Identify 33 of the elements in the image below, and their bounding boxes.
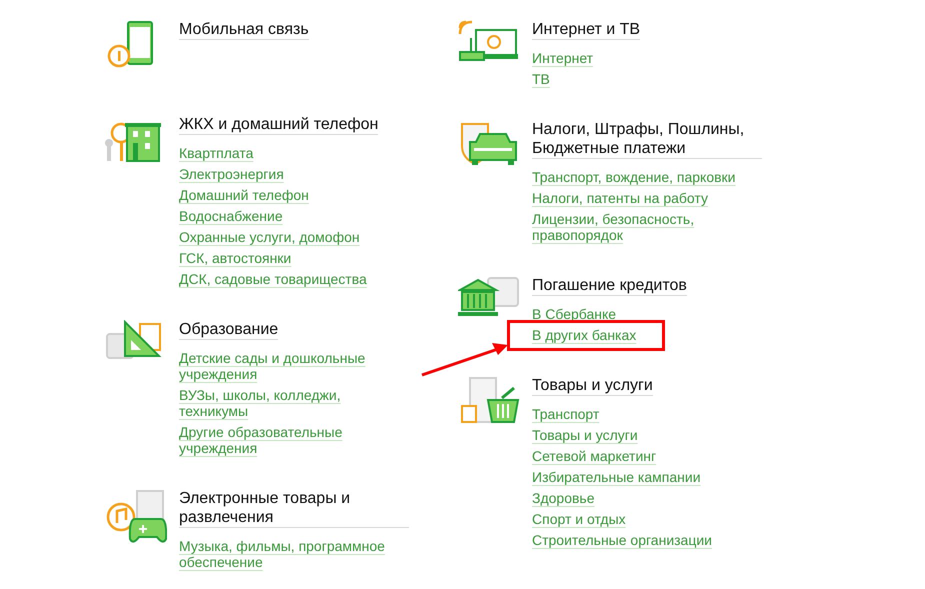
payment-link[interactable]: ДСК, садовые товарищества [179, 271, 367, 287]
payment-link[interactable]: Водоснабжение [179, 208, 283, 224]
category-title[interactable]: Товары и услуги [532, 376, 653, 396]
payment-link[interactable]: Другие образовательные учреждения [179, 424, 394, 456]
payment-link[interactable]: Интернет [532, 50, 594, 66]
payment-link[interactable]: Лицензии, безопасность, правопорядок [532, 211, 747, 243]
payment-link[interactable]: Музыка, фильмы, программное обеспечение [179, 538, 394, 570]
payment-link[interactable]: В Сбербанке [532, 306, 616, 322]
category-title[interactable]: Налоги, Штрафы, Пошлины, Бюджетные платежи [532, 120, 762, 159]
payment-link[interactable]: ГСК, автостоянки [179, 250, 292, 266]
payment-link[interactable]: Домашний телефон [179, 187, 309, 203]
payment-link[interactable]: Строительные организации [532, 532, 712, 548]
payment-link[interactable]: Избирательные кампании [532, 469, 701, 485]
category-title[interactable]: Образование [179, 320, 278, 340]
payment-link[interactable]: Сетевой маркетинг [532, 448, 656, 464]
payment-link[interactable]: Налоги, патенты на работу [532, 190, 708, 206]
payment-link[interactable]: Охранные услуги, домофон [179, 229, 360, 245]
payment-link[interactable]: Квартплата [179, 145, 254, 161]
category-title[interactable]: Погашение кредитов [532, 276, 687, 296]
payment-link[interactable]: ВУЗы, школы, колледжи, техникумы [179, 387, 394, 419]
payment-link[interactable]: Детские сады и дошкольные учреждения [179, 350, 394, 382]
category-title[interactable]: ЖКХ и домашний телефон [179, 115, 378, 135]
payment-link[interactable]: Товары и услуги [532, 427, 638, 443]
category-title[interactable]: Мобильная связь [179, 20, 309, 40]
payment-link[interactable]: Здоровье [532, 490, 595, 506]
payment-link[interactable]: ТВ [532, 71, 550, 87]
payment-link[interactable]: В других банках [532, 327, 636, 343]
payment-link[interactable]: Спорт и отдых [532, 511, 626, 527]
category-title[interactable]: Интернет и ТВ [532, 20, 640, 40]
payment-link[interactable]: Электроэнергия [179, 166, 284, 182]
category-title[interactable]: Электронные товары и развлечения [179, 489, 409, 528]
payment-link[interactable]: Транспорт, вождение, парковки [532, 169, 736, 185]
payment-link[interactable]: Транспорт [532, 406, 600, 422]
